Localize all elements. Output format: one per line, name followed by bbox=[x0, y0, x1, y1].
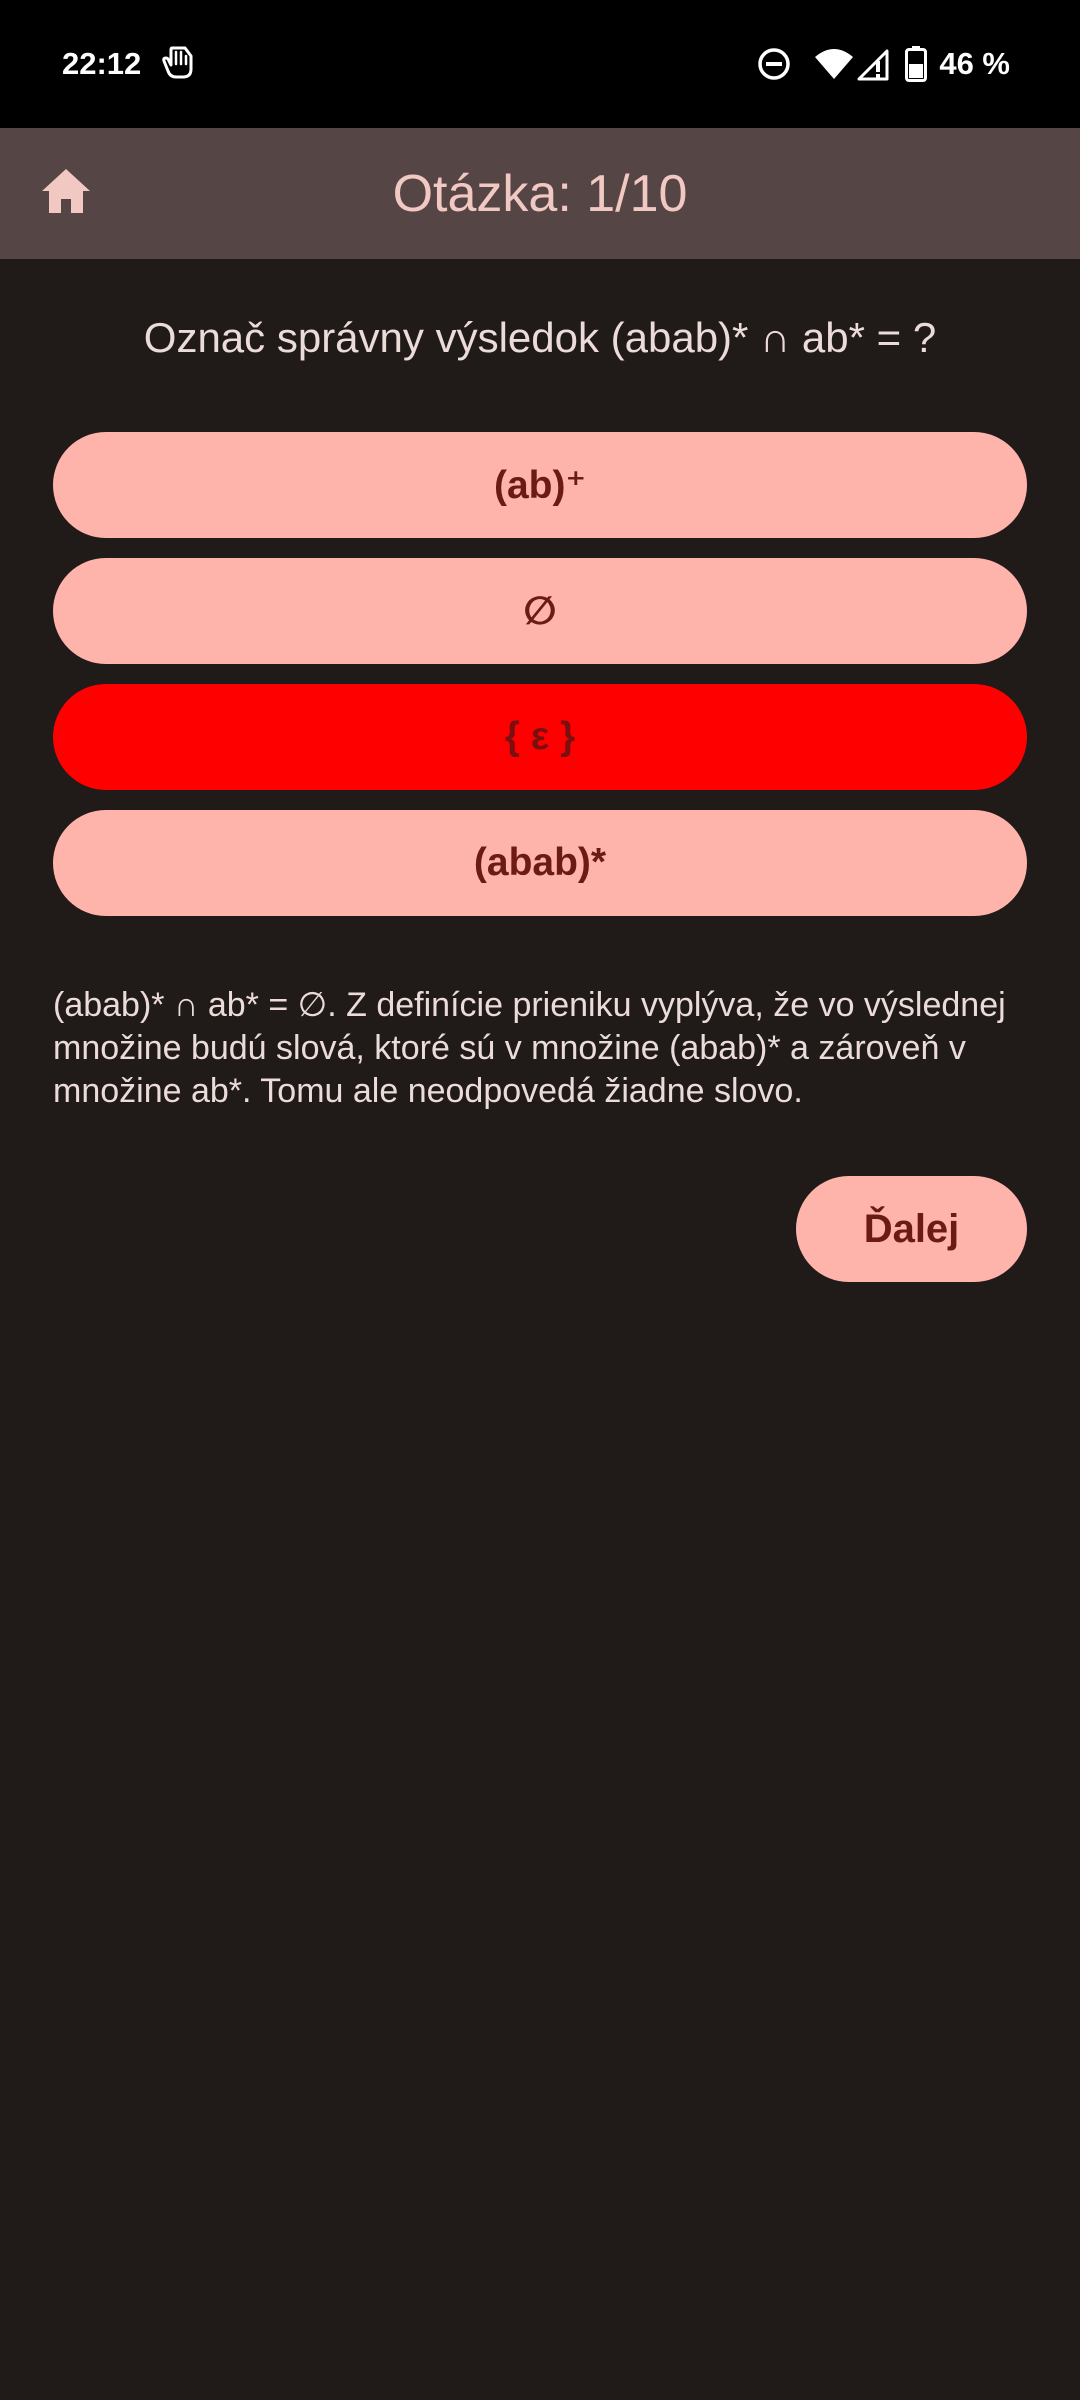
answer-option-1[interactable]: (ab)⁺ bbox=[53, 432, 1027, 538]
app-bar: Otázka: 1/10 bbox=[0, 128, 1080, 259]
answer-label: (ab)⁺ bbox=[493, 463, 587, 507]
answer-option-4[interactable]: (abab)* bbox=[53, 810, 1027, 916]
answer-option-3[interactable]: { ε } bbox=[53, 684, 1027, 790]
answer-label: ∅ bbox=[523, 589, 557, 633]
answer-label: (abab)* bbox=[473, 841, 607, 884]
answer-label: { ε } bbox=[504, 715, 576, 758]
page-title: Otázka: 1/10 bbox=[392, 165, 688, 223]
question-text: Označ správny výsledok (abab)* ∩ ab* = ? bbox=[143, 314, 937, 361]
next-button[interactable]: Ďalej bbox=[796, 1176, 1027, 1282]
do-not-disturb-icon bbox=[757, 47, 791, 81]
status-time: 22:12 bbox=[62, 46, 142, 81]
hand-touch-icon bbox=[158, 42, 198, 82]
explanation-text: (abab)* ∩ ab* = ∅. Z definície prieniku … bbox=[53, 986, 1006, 1110]
status-icons: 46 % bbox=[757, 42, 1010, 86]
next-button-label: Ďalej bbox=[863, 1206, 960, 1251]
wifi-icon bbox=[813, 47, 855, 81]
status-bar: 22:12 46 % bbox=[0, 0, 1080, 128]
answer-option-2[interactable]: ∅ bbox=[53, 558, 1027, 664]
battery-percentage: 46 % bbox=[939, 46, 1010, 81]
signal-icon bbox=[857, 47, 891, 81]
battery-icon bbox=[905, 46, 928, 82]
